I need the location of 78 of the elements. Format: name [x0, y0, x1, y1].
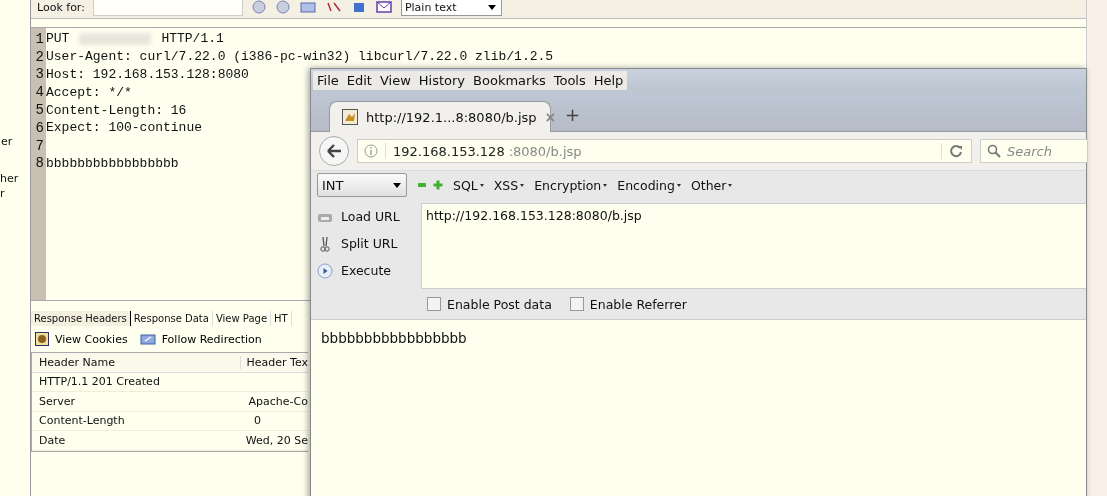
table-cell-text: 0 — [253, 414, 261, 428]
plus-icon[interactable] — [433, 180, 443, 190]
cut-off-label: er — [1, 135, 13, 148]
line-number: 4 — [34, 84, 45, 101]
hackbar-button[interactable]: Load URL — [341, 209, 400, 224]
code-line: PUT — [46, 31, 70, 47]
cookie-icon — [35, 332, 49, 346]
scissors-icon — [317, 235, 333, 252]
code-line: bbbbbbbbbbbbbbbbb — [46, 155, 179, 171]
menu-item[interactable]: History — [414, 70, 470, 90]
result-tab[interactable]: HT — [271, 311, 292, 326]
code-line: Expect: 100-continue — [46, 120, 203, 136]
reload-icon[interactable] — [949, 144, 963, 158]
envelope-icon[interactable] — [374, 0, 393, 14]
back-button[interactable] — [319, 136, 349, 166]
menu-item[interactable]: Edit — [342, 70, 376, 90]
hackbar-menu[interactable]: XSS — [493, 177, 525, 193]
checkbox-label: Enable Post data — [447, 296, 552, 312]
menu-item[interactable]: Tools — [549, 70, 590, 90]
line-number: 8 — [34, 155, 45, 172]
code-line: Content-Length: 16 — [46, 102, 187, 118]
menu-item[interactable]: View — [375, 70, 415, 90]
table-cell-text: Server — [38, 394, 77, 408]
column-header: Header Tex — [239, 355, 308, 369]
line-number: 7 — [34, 137, 45, 154]
checkbox[interactable] — [569, 297, 584, 311]
column-header: Header Name — [38, 355, 116, 369]
hackbar-menu[interactable]: Encryption — [534, 177, 608, 193]
table-cell-text: Date — [38, 433, 67, 447]
result-tab[interactable]: Response Headers — [31, 311, 131, 326]
new-tab-button[interactable]: + — [565, 104, 581, 125]
url-host: 192.168.153.128 — [393, 143, 505, 159]
table-cell-text: Content-Length — [38, 414, 126, 428]
url-path: :8080/b.jsp — [508, 143, 582, 159]
result-tab[interactable]: Response Data — [130, 311, 213, 326]
code-line: User-Agent: curl/7.22.0 (i386-pc-win32) libcurl/7.22.0 zlib/1.2.5 — [46, 49, 554, 65]
hackbar-menu[interactable]: Encoding — [617, 177, 681, 193]
search-field[interactable]: Search — [980, 139, 1088, 163]
tab-title: http://192.1...8:8080/b.jsp — [366, 109, 537, 125]
menu-item[interactable]: Bookmarks — [469, 70, 550, 90]
line-number: 2 — [34, 48, 45, 65]
table-cell-text: Wed, 20 Se — [244, 433, 308, 447]
checkbox-label: Enable Referrer — [589, 296, 687, 312]
toolbar-button[interactable]: Follow Redirection — [139, 332, 262, 346]
toolbar-button[interactable]: View Cookies — [35, 332, 128, 346]
code-line: Accept: */* — [46, 84, 132, 100]
address-bar[interactable]: 192.168.153.128 :8080/b.jsp — [357, 139, 972, 163]
checkbox[interactable] — [427, 297, 441, 311]
line-number: 1 — [34, 30, 45, 47]
hackbar-menu[interactable]: Other — [690, 177, 733, 193]
cut-off-label: r — [0, 187, 5, 200]
minus-icon[interactable] — [417, 180, 427, 190]
encoding-select[interactable]: INT — [317, 173, 407, 197]
code-line: HTTP/1.1 — [161, 31, 224, 47]
line-number: 5 — [34, 102, 45, 119]
find-field[interactable] — [92, 0, 243, 16]
info-icon — [364, 144, 378, 158]
left-arrow-icon — [326, 144, 342, 158]
table-cell-text: HTTP/1.1 201 Created — [38, 375, 161, 389]
hackbar-menu[interactable]: SQL — [453, 177, 484, 193]
cut-off-label: her — [0, 172, 19, 185]
hackbar-button[interactable]: Split URL — [341, 236, 398, 251]
line-number: 3 — [34, 66, 45, 83]
search-icon — [987, 144, 1001, 158]
up-circle-icon[interactable] — [274, 0, 291, 14]
result-tab[interactable]: View Page — [212, 311, 272, 326]
find-label: Look for: — [37, 0, 85, 14]
code-line: Host: 192.168.153.128:8080 — [46, 67, 249, 82]
page-text: bbbbbbbbbbbbbbbbb — [321, 330, 467, 346]
play-icon — [317, 262, 333, 279]
table-cell-text: Apache-Co — [247, 394, 308, 408]
format-dropdown[interactable]: Plain text — [400, 0, 502, 16]
menu-item[interactable]: File — [313, 70, 343, 90]
down-circle-icon[interactable] — [250, 0, 267, 14]
url-textarea[interactable]: http://192.168.153.128:8080/b.jsp — [421, 203, 1086, 289]
hackbar-button[interactable]: Execute — [341, 263, 391, 278]
line-number: 6 — [34, 119, 45, 136]
menu-item[interactable]: Help — [589, 70, 628, 90]
